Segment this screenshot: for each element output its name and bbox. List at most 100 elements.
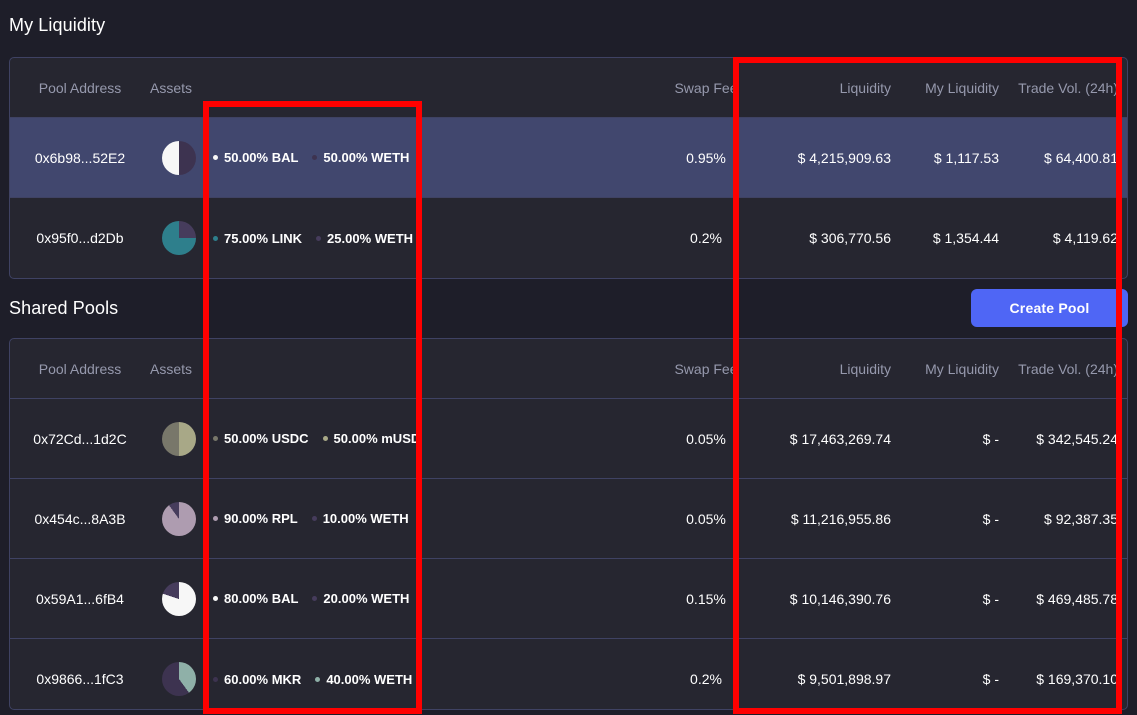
table-row[interactable]: 0x6b98...52E250.00% BAL50.00% WETH0.95%$… — [10, 118, 1127, 198]
asset-weight-label: 25.00% WETH — [327, 231, 413, 246]
column-header-my-liquidity: My Liquidity — [897, 361, 1005, 377]
asset-color-dot-icon — [213, 677, 218, 682]
column-header-swap-fee: Swap Fee — [645, 80, 767, 96]
asset-allocation-pie-icon — [150, 662, 208, 696]
asset-weight-label: 50.00% WETH — [323, 150, 409, 165]
swap-fee-cell: 0.95% — [645, 150, 767, 166]
trade-volume-cell: $ 342,545.24 — [1005, 431, 1127, 447]
shared-pools-header-bar: Shared Pools Create Pool — [9, 281, 1128, 335]
column-header-pool-address: Pool Address — [10, 80, 150, 96]
trade-volume-cell: $ 169,370.10 — [1005, 671, 1127, 687]
column-header-my-liquidity: My Liquidity — [897, 80, 1005, 96]
asset-entry: 20.00% WETH — [312, 591, 409, 606]
asset-entry: 90.00% RPL — [213, 511, 298, 526]
swap-fee-cell: 0.05% — [645, 431, 767, 447]
asset-entry: 50.00% mUSD — [323, 431, 421, 446]
swap-fee-cell: 0.15% — [645, 591, 767, 607]
asset-allocation-pie-icon — [150, 221, 208, 255]
pool-address-cell: 0x72Cd...1d2C — [10, 431, 150, 447]
asset-list: 60.00% MKR 40.00% WETH — [213, 672, 426, 687]
table-row[interactable]: 0x72Cd...1d2C 50.00% USDC 50.00% mUSD 0.05%… — [10, 399, 1127, 479]
swap-fee-cell: 0.05% — [645, 511, 767, 527]
column-header-liquidity: Liquidity — [767, 80, 897, 96]
asset-weight-label: 50.00% mUSD — [334, 431, 421, 446]
shared-pools-table: Pool Address Assets Swap Fee Liquidity M… — [9, 338, 1128, 710]
asset-list: 80.00% BAL 20.00% WETH — [213, 591, 426, 606]
pie-chart-icon — [162, 582, 196, 616]
asset-color-dot-icon — [213, 436, 218, 441]
my-liquidity-cell: $ 1,117.53 — [897, 150, 1005, 166]
asset-list: 50.00% USDC 50.00% mUSD — [213, 431, 426, 446]
asset-color-dot-icon — [312, 516, 317, 521]
asset-color-dot-icon — [213, 516, 218, 521]
asset-entry: 80.00% BAL — [213, 591, 298, 606]
asset-allocation-pie-icon — [150, 502, 208, 536]
asset-entry: 10.00% WETH — [312, 511, 409, 526]
asset-color-dot-icon — [312, 155, 317, 160]
column-header-swap-fee: Swap Fee — [645, 361, 767, 377]
liquidity-cell: $ 9,501,898.97 — [767, 671, 897, 687]
pie-chart-icon — [162, 221, 196, 255]
asset-entry: 40.00% WETH — [315, 672, 412, 687]
assets-cell: 90.00% RPL 10.00% WETH — [208, 511, 426, 526]
create-pool-button[interactable]: Create Pool — [971, 289, 1128, 327]
asset-entry: 50.00% WETH — [312, 150, 409, 165]
asset-color-dot-icon — [323, 436, 328, 441]
asset-color-dot-icon — [312, 596, 317, 601]
asset-list: 50.00% BAL 50.00% WETH — [213, 150, 426, 165]
swap-fee-cell: 0.2% — [645, 230, 767, 246]
my-liquidity-cell: $ - — [897, 431, 1005, 447]
table-row[interactable]: 0x59A1...6fB480.00% BAL20.00% WETH0.15%$… — [10, 559, 1127, 639]
shared-pools-row-group: 0x72Cd...1d2C 50.00% USDC 50.00% mUSD 0.05%… — [10, 399, 1127, 710]
pie-chart-icon — [162, 141, 196, 175]
table-row[interactable]: 0x95f0...d2Db75.00% LINK25.00% WETH0.2%$… — [10, 198, 1127, 278]
column-header-trade-volume: Trade Vol. (24h) — [1005, 361, 1127, 377]
asset-color-dot-icon — [315, 677, 320, 682]
page-title: My Liquidity — [9, 15, 105, 36]
pie-chart-icon — [162, 502, 196, 536]
liquidity-cell: $ 10,146,390.76 — [767, 591, 897, 607]
assets-cell: 60.00% MKR 40.00% WETH — [208, 672, 426, 687]
asset-allocation-pie-icon — [150, 141, 208, 175]
asset-entry: 60.00% MKR — [213, 672, 301, 687]
liquidity-cell: $ 306,770.56 — [767, 230, 897, 246]
trade-volume-cell: $ 469,485.78 — [1005, 591, 1127, 607]
swap-fee-cell: 0.2% — [645, 671, 767, 687]
asset-list: 90.00% RPL 10.00% WETH — [213, 511, 426, 526]
my-liquidity-cell: $ - — [897, 671, 1005, 687]
column-header-pool-address: Pool Address — [10, 361, 150, 377]
my-liquidity-cell: $ - — [897, 591, 1005, 607]
asset-weight-label: 20.00% WETH — [323, 591, 409, 606]
asset-entry: 50.00% BAL — [213, 150, 298, 165]
asset-entry: 75.00% LINK — [213, 231, 302, 246]
shared-pools-title: Shared Pools — [9, 298, 118, 319]
asset-weight-label: 10.00% WETH — [323, 511, 409, 526]
assets-cell: 75.00% LINK 25.00% WETH — [208, 231, 426, 246]
my-liquidity-cell: $ - — [897, 511, 1005, 527]
column-header-assets: Assets — [150, 80, 192, 96]
asset-weight-label: 50.00% BAL — [224, 150, 298, 165]
assets-cell: 50.00% USDC 50.00% mUSD — [208, 431, 426, 446]
table-row[interactable]: 0x454c...8A3B90.00% RPL10.00% WETH0.05%$… — [10, 479, 1127, 559]
asset-weight-label: 60.00% MKR — [224, 672, 301, 687]
liquidity-page: My Liquidity Pool Address Assets Swap Fe… — [0, 0, 1137, 715]
asset-list: 75.00% LINK 25.00% WETH — [213, 231, 426, 246]
asset-entry: 25.00% WETH — [316, 231, 413, 246]
asset-entry: 50.00% USDC — [213, 431, 309, 446]
asset-allocation-pie-icon — [150, 422, 208, 456]
pool-address-cell: 0x9866...1fC3 — [10, 671, 150, 687]
my-liquidity-row-group: 0x6b98...52E250.00% BAL50.00% WETH0.95%$… — [10, 118, 1127, 278]
pie-chart-icon — [162, 662, 196, 696]
assets-cell: 50.00% BAL 50.00% WETH — [208, 150, 426, 165]
table-row[interactable]: 0x9866...1fC360.00% MKR40.00% WETH0.2%$ … — [10, 639, 1127, 710]
column-header-liquidity: Liquidity — [767, 361, 897, 377]
my-liquidity-cell: $ 1,354.44 — [897, 230, 1005, 246]
column-header-trade-volume: Trade Vol. (24h) — [1005, 80, 1127, 96]
asset-weight-label: 80.00% BAL — [224, 591, 298, 606]
table-header-row: Pool Address Assets Swap Fee Liquidity M… — [10, 339, 1127, 399]
liquidity-cell: $ 11,216,955.86 — [767, 511, 897, 527]
table-header-row: Pool Address Assets Swap Fee Liquidity M… — [10, 58, 1127, 118]
trade-volume-cell: $ 64,400.81 — [1005, 150, 1127, 166]
asset-color-dot-icon — [213, 155, 218, 160]
asset-allocation-pie-icon — [150, 582, 208, 616]
